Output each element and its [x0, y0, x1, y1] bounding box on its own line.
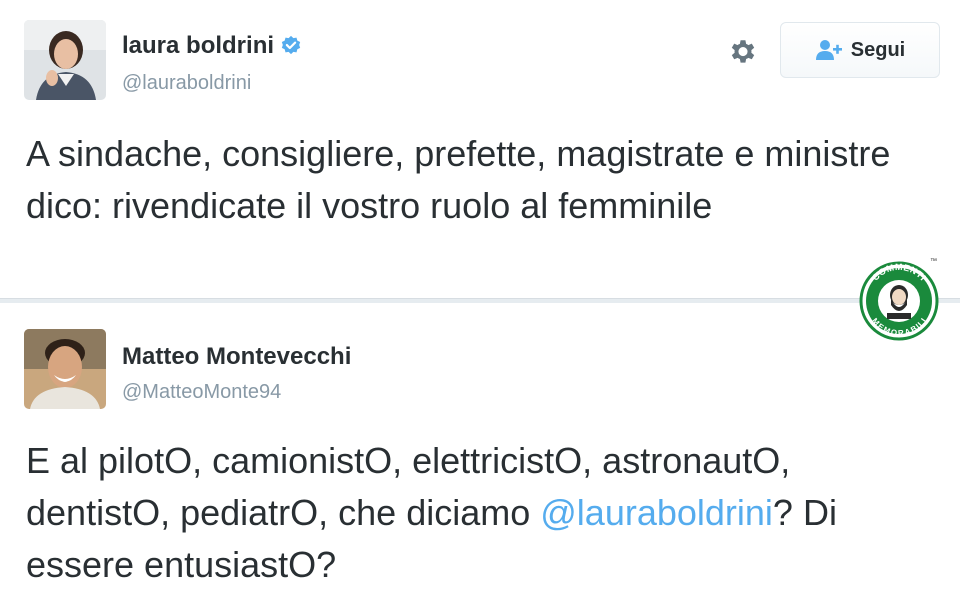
add-user-icon: [815, 40, 842, 60]
follow-label: Segui: [850, 38, 906, 61]
verified-badge-icon: [281, 35, 301, 55]
author-handle[interactable]: @MatteoMonte94: [122, 381, 281, 404]
watermark-logo: COMMENTI MEMORABILI ™: [859, 258, 939, 341]
author-fullname[interactable]: Matteo Montevecchi: [122, 343, 351, 371]
avatar[interactable]: [24, 20, 106, 100]
author-name-row: laura boldrini: [122, 32, 302, 60]
tweet-original: laura boldrini @lauraboldrini Segui A si…: [0, 0, 960, 298]
gear-icon[interactable]: [726, 36, 760, 70]
tweet-text: A sindache, consigliere, prefette, magis…: [26, 133, 891, 226]
author-name-row: Matteo Montevecchi: [122, 343, 351, 371]
author-fullname[interactable]: laura boldrini: [122, 32, 274, 60]
avatar[interactable]: [24, 329, 106, 409]
mention-link[interactable]: @lauraboldrini: [540, 492, 773, 533]
tweet-reply: Matteo Montevecchi @MatteoMonte94 E al p…: [0, 303, 960, 611]
tweet-text: E al pilotO, camionistO, elettricistO, a…: [26, 435, 910, 591]
follow-button[interactable]: Segui: [780, 22, 940, 78]
trademark-mark: ™: [930, 258, 937, 265]
author-handle[interactable]: @lauraboldrini: [122, 72, 251, 95]
